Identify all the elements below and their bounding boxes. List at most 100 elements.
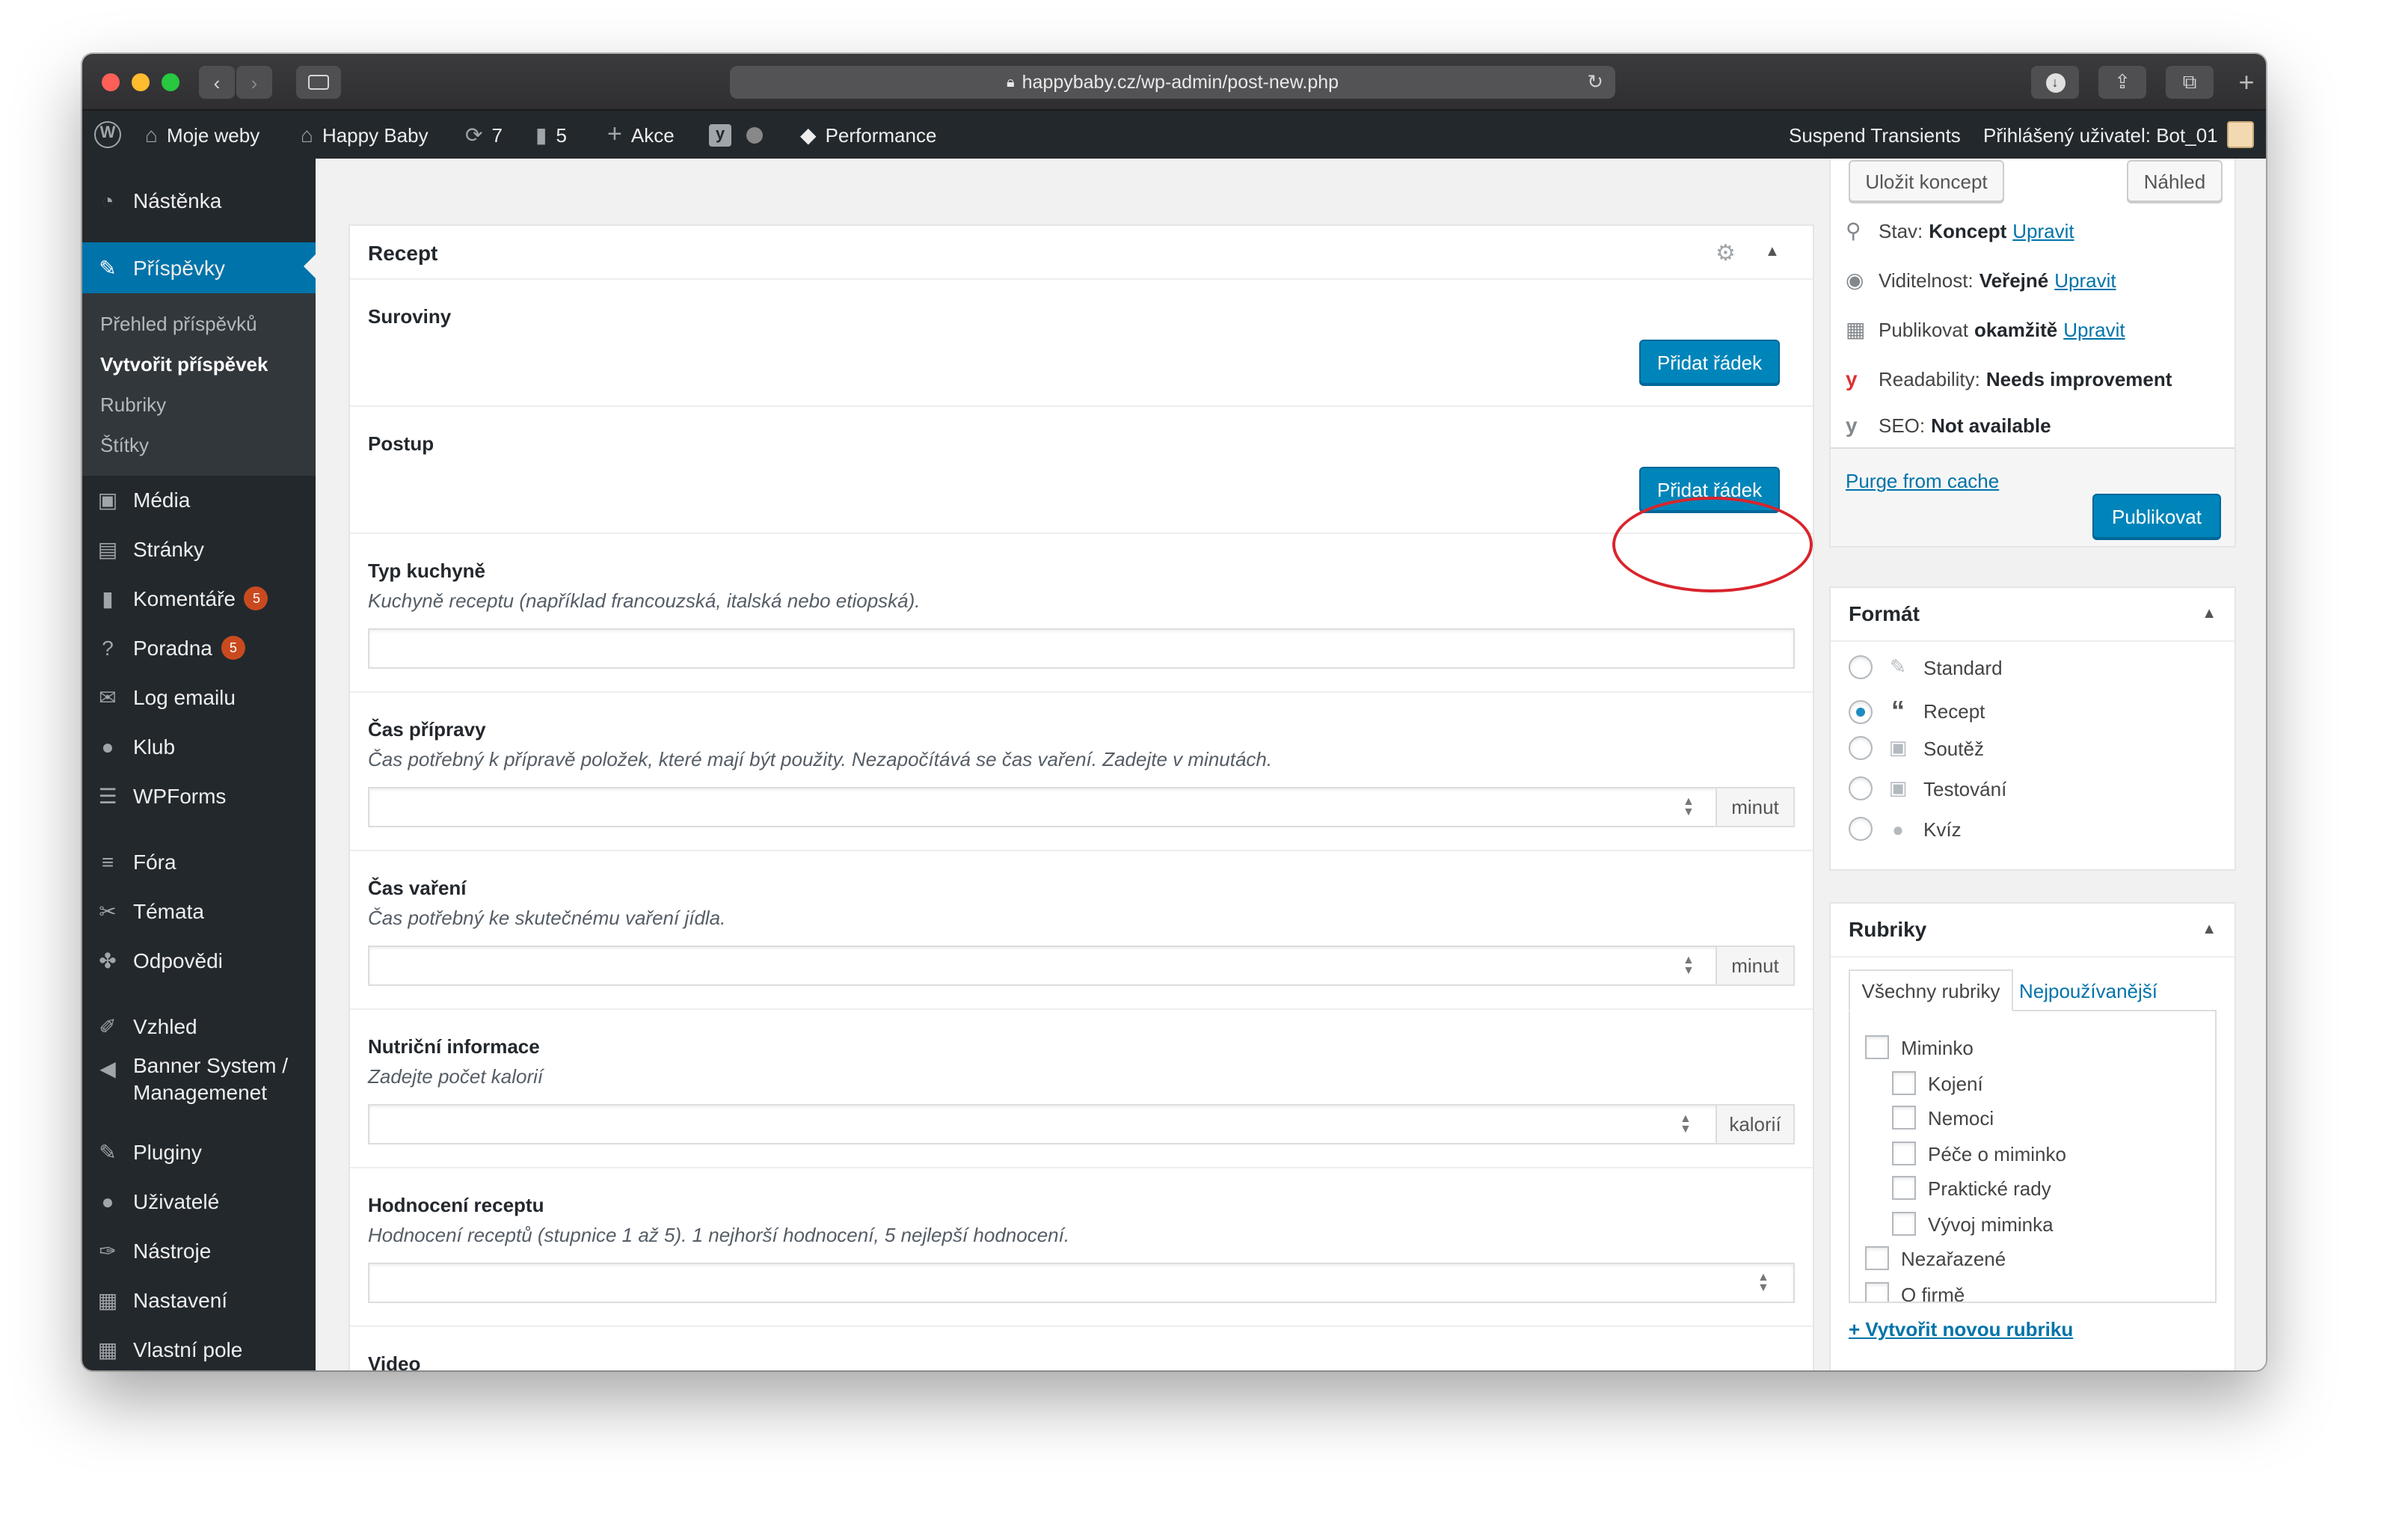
add-ingredient-row-button[interactable]: Přidat řádek — [1639, 340, 1780, 384]
edit-schedule-link[interactable]: Upravit — [2063, 319, 2125, 341]
tab-most-used[interactable]: Nejpoužívanější — [2019, 969, 2157, 1011]
menu-tools[interactable]: ✑ Nástroje — [82, 1227, 316, 1275]
new-tab-button[interactable]: + — [2233, 69, 2260, 96]
menu-comments[interactable]: ▮ Komentáře 5 — [82, 574, 316, 622]
submenu-new-post[interactable]: Vytvořit příspěvek — [100, 353, 268, 376]
preview-button[interactable]: Náhled — [2127, 160, 2223, 202]
menu-label: Klub — [133, 735, 176, 758]
steps-label: Postup — [368, 432, 434, 455]
stepper-arrows-icon[interactable]: ▲ ▼ — [1683, 795, 1695, 818]
menu-media[interactable]: ▣ Média — [82, 476, 316, 524]
radio-button[interactable] — [1849, 817, 1873, 841]
site-name-button[interactable]: ⌂ Happy Baby — [301, 111, 429, 159]
wp-logo-button[interactable]: W — [94, 111, 121, 159]
address-bar[interactable]: 🔒︎ happybaby.cz/wp-admin/post-new.php ↻ — [730, 66, 1615, 99]
menu-settings[interactable]: ▦ Nastavení — [82, 1276, 316, 1324]
share-button[interactable]: ⇪ — [2098, 66, 2146, 99]
comments-count: 5 — [556, 123, 567, 146]
menu-forums[interactable]: ≡ Fóra — [82, 838, 316, 886]
category-vyvoj[interactable]: Vývoj miminka — [1892, 1212, 2054, 1236]
yoast-button[interactable]: y — [709, 111, 763, 159]
performance-button[interactable]: ◆ Performance — [800, 111, 936, 159]
add-new-category-link[interactable]: + Vytvořit novou rubriku — [1849, 1318, 2073, 1340]
submenu-all-posts[interactable]: Přehled příspěvků — [100, 313, 257, 335]
format-option-contest[interactable]: ▣ Soutěž — [1849, 736, 1984, 760]
downloads-button[interactable]: ↓ — [2031, 66, 2079, 99]
collapse-arrow-icon[interactable]: ▲ — [2202, 922, 2217, 938]
save-draft-button[interactable]: Uložit koncept — [1849, 160, 2004, 202]
radio-button[interactable] — [1849, 736, 1873, 760]
checkbox[interactable] — [1892, 1106, 1916, 1130]
radio-button[interactable] — [1849, 655, 1873, 679]
category-miminko[interactable]: Miminko — [1865, 1035, 1974, 1059]
menu-plugins[interactable]: ✎ Pluginy — [82, 1128, 316, 1176]
category-o-firme[interactable]: O firmě — [1865, 1282, 1965, 1302]
suspend-transients-button[interactable]: Suspend Transients — [1789, 111, 1961, 159]
cook-time-input[interactable]: ▲ ▼ minut — [368, 946, 1795, 986]
menu-club[interactable]: ● Klub — [82, 723, 316, 770]
menu-users[interactable]: ● Uživatelé — [82, 1177, 316, 1225]
submenu-tags[interactable]: Štítky — [100, 434, 149, 456]
forward-button[interactable]: › — [236, 66, 272, 99]
main-content: Recept ⚙ ▲ Suroviny Přidat řádek Postup … — [316, 159, 2266, 1370]
sidebar-toggle-button[interactable] — [296, 66, 341, 99]
checkbox[interactable] — [1865, 1246, 1889, 1270]
prep-time-input[interactable]: ▲ ▼ minut — [368, 787, 1795, 827]
zoom-window-button[interactable] — [162, 73, 179, 91]
reload-icon[interactable]: ↻ — [1587, 70, 1603, 94]
collapse-arrow-icon[interactable]: ▲ — [1765, 244, 1780, 260]
menu-custom-fields[interactable]: ▦ Vlastní pole — [82, 1326, 316, 1370]
category-prakticke-rady[interactable]: Praktické rady — [1892, 1176, 2051, 1200]
comments-button[interactable]: ▮ 5 — [535, 111, 567, 159]
menu-banner-system[interactable]: ◀ Banner System / Managemenet — [82, 1052, 316, 1112]
cuisine-input[interactable] — [368, 628, 1795, 669]
radio-button-selected[interactable] — [1849, 699, 1873, 723]
minimize-window-button[interactable] — [132, 73, 150, 91]
category-pece[interactable]: Péče o miminko — [1892, 1141, 2066, 1165]
stepper-arrows-icon[interactable]: ▲ ▼ — [1757, 1271, 1769, 1293]
menu-wpforms[interactable]: ☰ WPForms — [82, 772, 316, 820]
checkbox[interactable] — [1865, 1035, 1889, 1059]
menu-pages[interactable]: ▤ Stránky — [82, 525, 316, 573]
format-option-standard[interactable]: ✎ Standard — [1849, 655, 2003, 679]
format-option-quiz[interactable]: ● Kvíz — [1849, 817, 1962, 841]
format-option-testing[interactable]: ▣ Testování — [1849, 776, 2006, 800]
menu-replies[interactable]: ✤ Odpovědi — [82, 937, 316, 984]
updates-button[interactable]: ⟳ 7 — [465, 111, 503, 159]
new-content-button[interactable]: + Akce — [607, 111, 675, 159]
submenu-categories[interactable]: Rubriky — [100, 393, 166, 416]
stepper-arrows-icon[interactable]: ▲ ▼ — [1680, 1112, 1692, 1135]
tab-all-categories[interactable]: Všechny rubriky — [1849, 969, 2013, 1011]
category-nemoci[interactable]: Nemoci — [1892, 1106, 1994, 1130]
radio-button[interactable] — [1849, 776, 1873, 800]
checkbox[interactable] — [1892, 1212, 1916, 1236]
publish-button[interactable]: Publikovat — [2092, 494, 2221, 539]
collapse-arrow-icon[interactable]: ▲ — [2202, 606, 2217, 622]
rating-input[interactable]: ▲ ▼ — [368, 1263, 1795, 1303]
category-checklist[interactable]: Miminko Kojení Nemoci Péče o miminko Pra… — [1849, 1010, 2217, 1303]
category-kojeni[interactable]: Kojení — [1892, 1071, 1983, 1095]
checkbox[interactable] — [1892, 1176, 1916, 1200]
gear-icon[interactable]: ⚙ — [1716, 239, 1736, 266]
checkbox[interactable] — [1892, 1071, 1916, 1095]
menu-topics[interactable]: ✂ Témata — [82, 887, 316, 935]
user-account-button[interactable]: Přihlášený uživatel: Bot_01 — [1983, 111, 2254, 159]
close-window-button[interactable] — [102, 73, 120, 91]
menu-dashboard[interactable]: ◔ Nástěnka — [82, 177, 316, 224]
my-sites-button[interactable]: ⌂ Moje weby — [145, 111, 259, 159]
purge-cache-link[interactable]: Purge from cache — [1846, 470, 1999, 492]
edit-visibility-link[interactable]: Upravit — [2054, 269, 2116, 292]
menu-help[interactable]: ? Poradna 5 — [82, 624, 316, 672]
nutrition-input[interactable]: ▲ ▼ kalorií — [368, 1104, 1795, 1144]
checkbox[interactable] — [1865, 1282, 1889, 1302]
category-nezarazene[interactable]: Nezařazené — [1865, 1246, 2006, 1270]
menu-posts[interactable]: ✎ Příspěvky — [82, 242, 316, 293]
edit-status-link[interactable]: Upravit — [2012, 220, 2074, 242]
checkbox[interactable] — [1892, 1141, 1916, 1165]
format-option-recipe[interactable]: “ Recept — [1849, 696, 1985, 727]
menu-email-log[interactable]: ✉ Log emailu — [82, 673, 316, 721]
stepper-arrows-icon[interactable]: ▲ ▼ — [1683, 954, 1695, 976]
back-button[interactable]: ‹ — [199, 66, 235, 99]
tabs-button[interactable]: ⧉ — [2166, 66, 2214, 99]
menu-appearance[interactable]: ✐ Vzhled — [82, 1002, 316, 1050]
